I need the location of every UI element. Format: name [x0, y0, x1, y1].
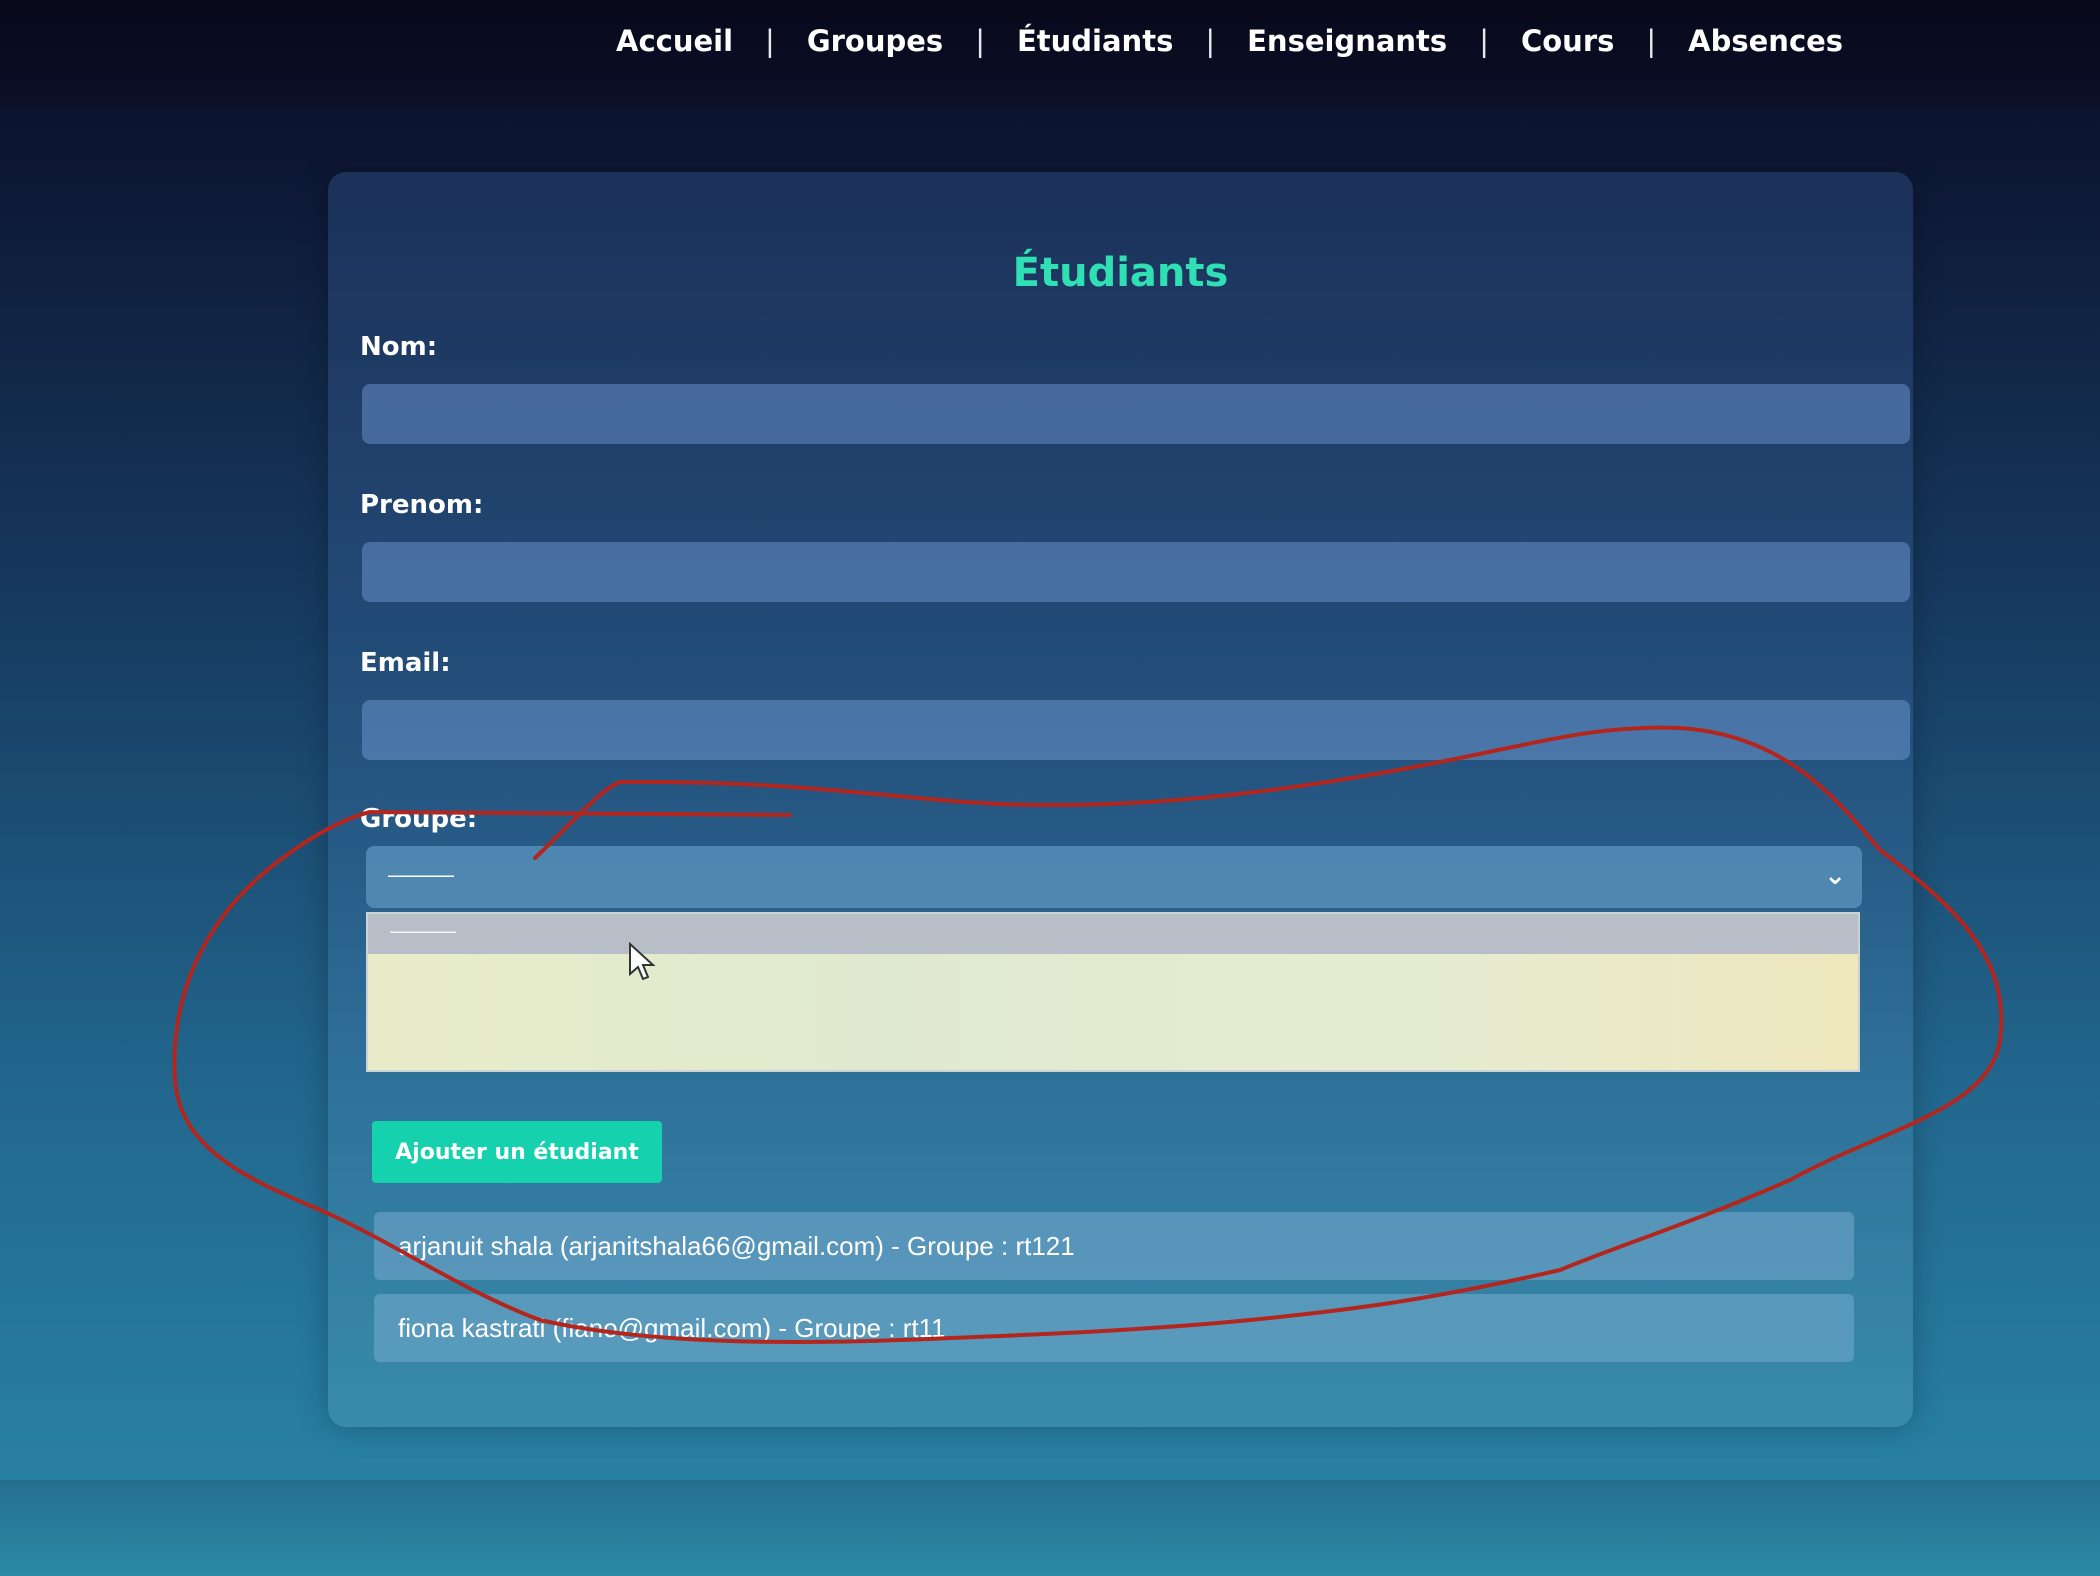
add-student-button[interactable]: Ajouter un étudiant: [372, 1121, 662, 1183]
nav-separator: |: [975, 24, 985, 58]
nav-separator: |: [1205, 24, 1216, 58]
prenom-field[interactable]: [362, 542, 1910, 602]
top-navigation: Accueil | Groupes | Étudiants | Enseigna…: [0, 0, 2100, 110]
nom-field[interactable]: [362, 384, 1910, 444]
nav-separator: |: [1479, 24, 1489, 58]
groupe-label: Groupe:: [360, 804, 478, 834]
nav-separator: |: [1646, 24, 1657, 58]
nav-etudiants[interactable]: Étudiants: [1017, 24, 1173, 58]
list-item: fiona kastrati (fiano@gmail.com) - Group…: [374, 1294, 1854, 1362]
student-list: arjanuit shala (arjanitshala66@gmail.com…: [374, 1212, 1854, 1376]
student-form-card: Étudiants Nom: Prenom: Email: Groupe: ——…: [328, 172, 1913, 1427]
groupe-dropdown-list[interactable]: ———: [366, 912, 1860, 1072]
bottom-strip: [0, 1480, 2100, 1576]
nav-groupes[interactable]: Groupes: [807, 24, 943, 58]
nom-label: Nom:: [360, 332, 438, 362]
nav-separator: |: [765, 24, 775, 58]
groupe-select[interactable]: ——— ⌄: [366, 846, 1862, 908]
cursor-icon: [629, 942, 656, 981]
nav-absences[interactable]: Absences: [1688, 24, 1843, 58]
page-title: Étudiants: [1012, 250, 1229, 296]
prenom-label: Prenom:: [360, 490, 484, 520]
nav-enseignants[interactable]: Enseignants: [1247, 24, 1447, 58]
email-field[interactable]: [362, 700, 1910, 760]
groupe-selected-value: ———: [388, 862, 454, 887]
nav-cours[interactable]: Cours: [1521, 24, 1614, 58]
email-label: Email:: [360, 648, 451, 678]
chevron-down-icon[interactable]: ⌄: [1824, 860, 1846, 891]
groupe-option[interactable]: ———: [368, 914, 1858, 954]
list-item: arjanuit shala (arjanitshala66@gmail.com…: [374, 1212, 1854, 1280]
nav-accueil[interactable]: Accueil: [616, 24, 733, 58]
nav-links: Accueil | Groupes | Étudiants | Enseigna…: [616, 24, 1843, 58]
